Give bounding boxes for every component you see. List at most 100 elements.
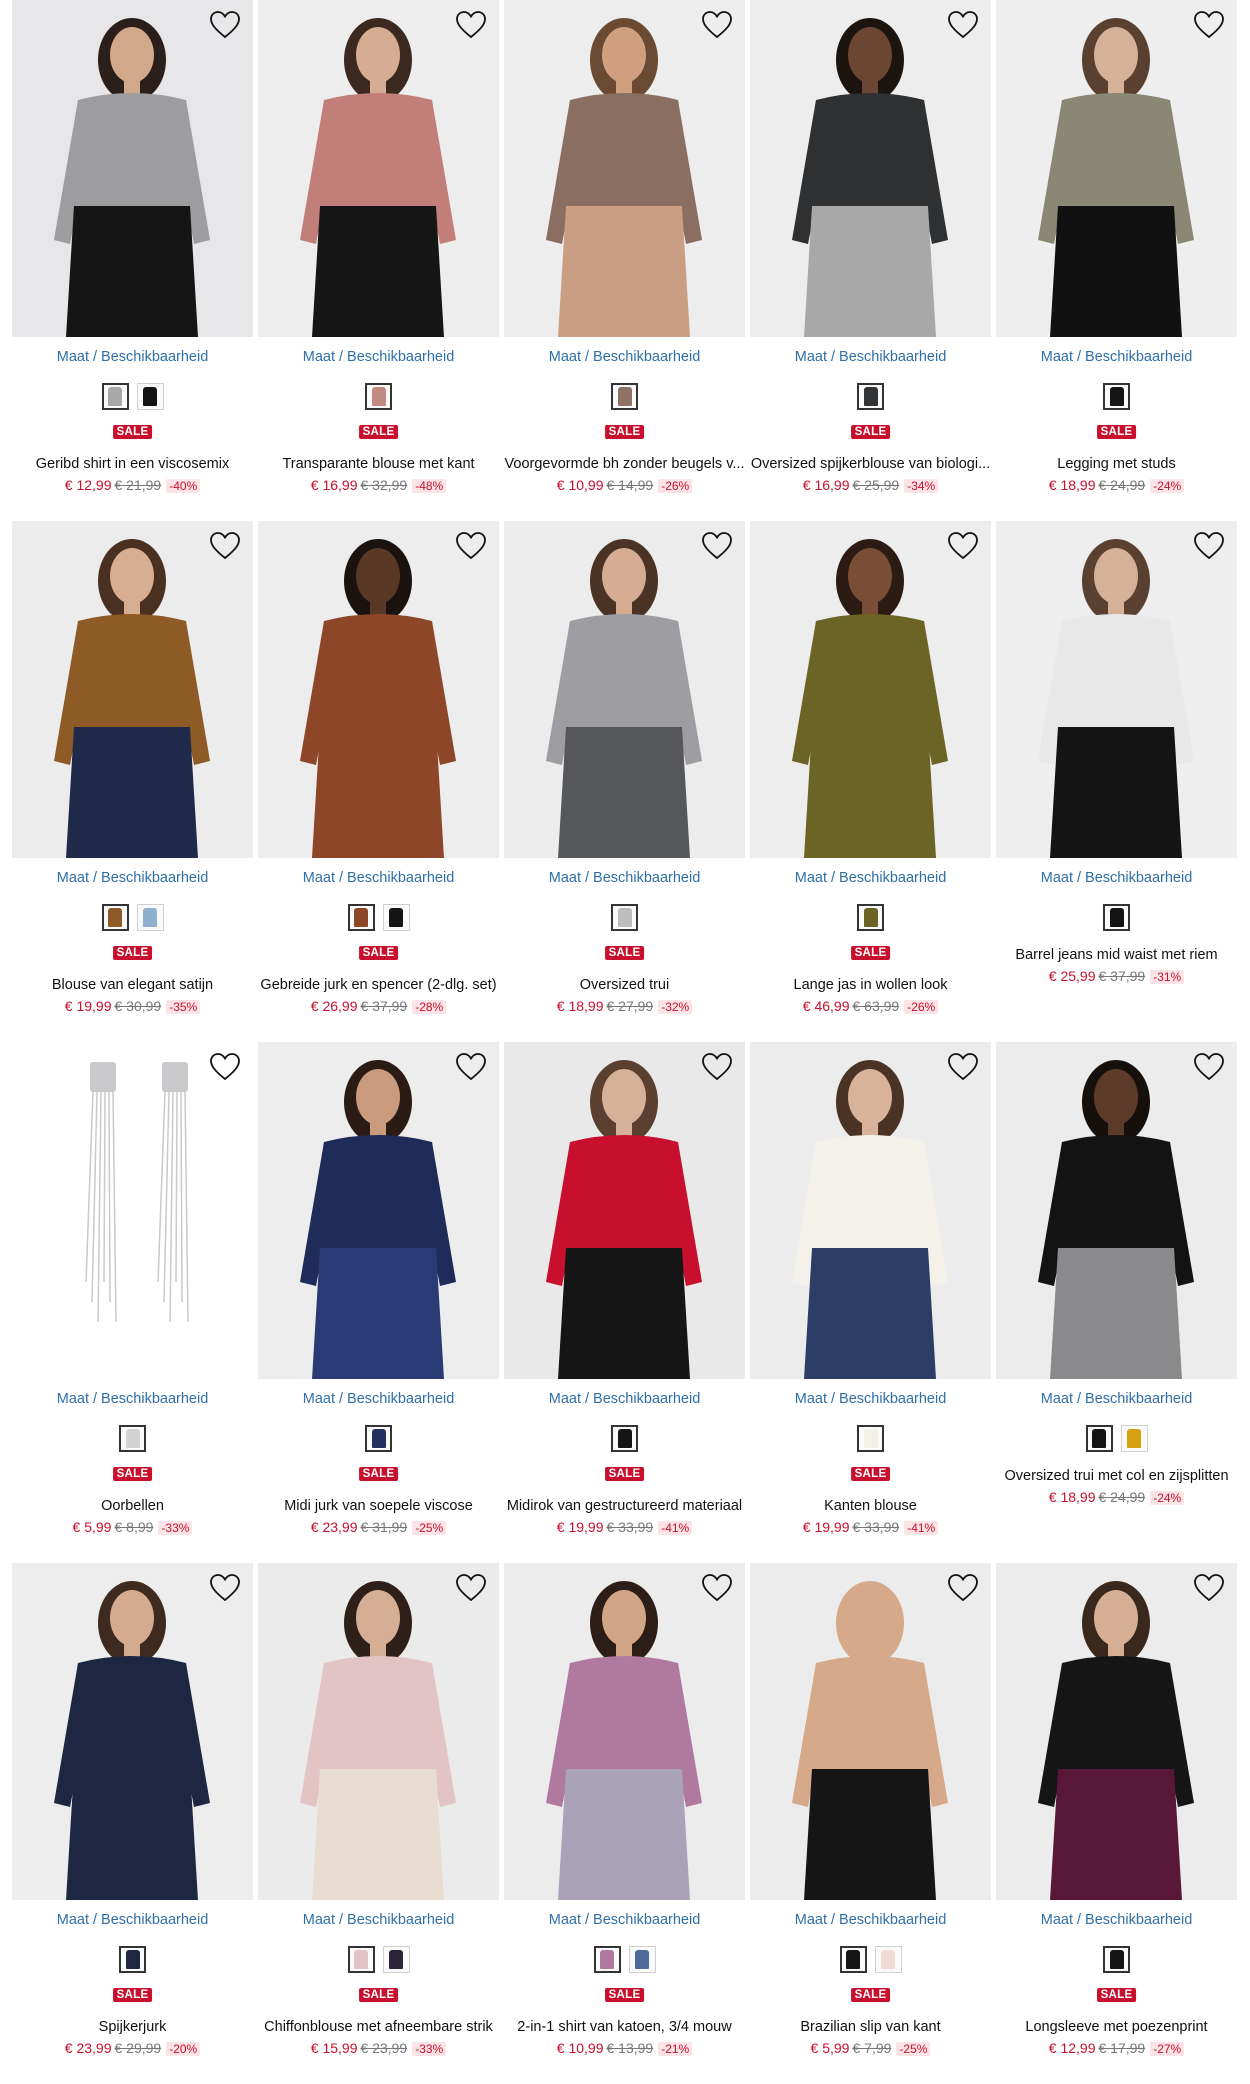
product-title[interactable]: Brazilian slip van kant (750, 2019, 991, 2035)
product-photo[interactable] (258, 1042, 499, 1379)
product-image[interactable] (996, 0, 1237, 337)
product-card[interactable]: Maat / Beschikbaarheid SALE Spijkerjurk € 2… (12, 1563, 253, 2084)
color-swatch[interactable] (365, 383, 392, 410)
product-card[interactable]: Maat / Beschikbaarheid SALE Legging met st… (996, 0, 1237, 521)
wishlist-heart-icon[interactable] (701, 1573, 733, 1603)
color-swatch[interactable] (101, 383, 129, 410)
product-title[interactable]: Voorgevormde bh zonder beugels v... (504, 456, 745, 472)
product-title[interactable]: Oversized spijkerblouse van biologi... (750, 456, 991, 472)
wishlist-heart-icon[interactable] (947, 1052, 979, 1082)
color-swatch[interactable] (1085, 1425, 1113, 1452)
product-image[interactable] (996, 521, 1237, 858)
product-photo[interactable] (750, 0, 991, 337)
wishlist-heart-icon[interactable] (455, 531, 487, 561)
product-image[interactable] (996, 1563, 1237, 1900)
product-title[interactable]: Oversized trui (504, 977, 745, 993)
product-image[interactable] (750, 1042, 991, 1379)
wishlist-heart-icon[interactable] (1193, 10, 1225, 40)
product-image[interactable] (996, 1042, 1237, 1379)
product-photo[interactable] (996, 521, 1237, 858)
wishlist-heart-icon[interactable] (209, 10, 241, 40)
product-title[interactable]: Midi jurk van soepele viscose (258, 1498, 499, 1514)
size-availability-link[interactable]: Maat / Beschikbaarheid (996, 349, 1237, 365)
wishlist-heart-icon[interactable] (209, 1052, 241, 1082)
product-image[interactable] (750, 1563, 991, 1900)
color-swatch[interactable] (1103, 904, 1130, 931)
product-card[interactable]: Maat / Beschikbaarheid SALE 2-in-1 shirt v… (504, 1563, 745, 2084)
product-image[interactable] (504, 1042, 745, 1379)
product-title[interactable]: Spijkerjurk (12, 2019, 253, 2035)
product-title[interactable]: Gebreide jurk en spencer (2-dlg. set) (258, 977, 499, 993)
product-photo[interactable] (12, 1563, 253, 1900)
wishlist-heart-icon[interactable] (209, 1573, 241, 1603)
product-photo[interactable] (258, 1563, 499, 1900)
product-image[interactable] (258, 521, 499, 858)
size-availability-link[interactable]: Maat / Beschikbaarheid (504, 870, 745, 886)
product-title[interactable]: Geribd shirt in een viscosemix (12, 456, 253, 472)
wishlist-heart-icon[interactable] (1193, 1052, 1225, 1082)
size-availability-link[interactable]: Maat / Beschikbaarheid (12, 1912, 253, 1928)
color-swatch[interactable] (611, 904, 638, 931)
color-swatch[interactable] (857, 904, 884, 931)
product-card[interactable]: Maat / Beschikbaarheid SALE Midirok van ge… (504, 1042, 745, 1563)
size-availability-link[interactable]: Maat / Beschikbaarheid (12, 870, 253, 886)
product-photo[interactable] (258, 521, 499, 858)
product-photo[interactable] (258, 0, 499, 337)
product-card[interactable]: Maat / Beschikbaarheid SALE Geribd shirt i… (12, 0, 253, 521)
color-swatch[interactable] (839, 1946, 867, 1973)
size-availability-link[interactable]: Maat / Beschikbaarheid (504, 349, 745, 365)
color-swatch[interactable] (1120, 1425, 1148, 1452)
product-title[interactable]: Blouse van elegant satijn (12, 977, 253, 993)
product-card[interactable]: Maat / Beschikbaarheid SALE Oversized spij… (750, 0, 991, 521)
product-card[interactable]: Maat / Beschikbaarheid SALE Brazilian slip… (750, 1563, 991, 2084)
product-photo[interactable] (12, 0, 253, 337)
product-photo[interactable] (504, 521, 745, 858)
wishlist-heart-icon[interactable] (701, 10, 733, 40)
product-image[interactable] (750, 0, 991, 337)
product-title[interactable]: Chiffonblouse met afneembare strik (258, 2019, 499, 2035)
product-photo[interactable] (750, 1563, 991, 1900)
wishlist-heart-icon[interactable] (947, 1573, 979, 1603)
product-photo[interactable] (504, 1563, 745, 1900)
color-swatch[interactable] (365, 1425, 392, 1452)
wishlist-heart-icon[interactable] (209, 531, 241, 561)
color-swatch[interactable] (628, 1946, 656, 1973)
product-image[interactable] (258, 1563, 499, 1900)
color-swatch[interactable] (382, 904, 410, 931)
size-availability-link[interactable]: Maat / Beschikbaarheid (12, 1391, 253, 1407)
wishlist-heart-icon[interactable] (1193, 1573, 1225, 1603)
color-swatch[interactable] (593, 1946, 621, 1973)
product-card[interactable]: Maat / Beschikbaarheid SALE Transparante b… (258, 0, 499, 521)
product-card[interactable]: Maat / Beschikbaarheid SALE Midi jurk van … (258, 1042, 499, 1563)
product-card[interactable]: Maat / Beschikbaarheid SALE Voorgevormde b… (504, 0, 745, 521)
product-title[interactable]: Midirok van gestructureerd materiaal (504, 1498, 745, 1514)
color-swatch[interactable] (874, 1946, 902, 1973)
product-card[interactable]: Maat / Beschikbaarheid SALE Blouse van ele… (12, 521, 253, 1042)
product-title[interactable]: Longsleeve met poezenprint (996, 2019, 1237, 2035)
product-title[interactable]: Oorbellen (12, 1498, 253, 1514)
wishlist-heart-icon[interactable] (947, 531, 979, 561)
product-image[interactable] (258, 1042, 499, 1379)
product-card[interactable]: Maat / Beschikbaarheid SALE Kanten blouse €… (750, 1042, 991, 1563)
product-card[interactable]: Maat / Beschikbaarheid Barrel jeans mid w… (996, 521, 1237, 1042)
size-availability-link[interactable]: Maat / Beschikbaarheid (750, 349, 991, 365)
product-title[interactable]: Legging met studs (996, 456, 1237, 472)
size-availability-link[interactable]: Maat / Beschikbaarheid (996, 1391, 1237, 1407)
product-title[interactable]: Oversized trui met col en zijsplitten (996, 1468, 1237, 1484)
product-card[interactable]: Maat / Beschikbaarheid SALE Gebreide jurk … (258, 521, 499, 1042)
product-image[interactable] (12, 0, 253, 337)
color-swatch[interactable] (119, 1946, 146, 1973)
product-title[interactable]: Barrel jeans mid waist met riem (996, 947, 1237, 963)
product-card[interactable]: Maat / Beschikbaarheid SALE Longsleeve met… (996, 1563, 1237, 2084)
wishlist-heart-icon[interactable] (701, 531, 733, 561)
size-availability-link[interactable]: Maat / Beschikbaarheid (258, 870, 499, 886)
color-swatch[interactable] (136, 383, 164, 410)
product-card[interactable]: Maat / Beschikbaarheid SALE Lange jas in w… (750, 521, 991, 1042)
size-availability-link[interactable]: Maat / Beschikbaarheid (258, 1391, 499, 1407)
color-swatch[interactable] (136, 904, 164, 931)
product-image[interactable] (504, 0, 745, 337)
product-card[interactable]: Maat / Beschikbaarheid Oversized trui met… (996, 1042, 1237, 1563)
product-photo[interactable] (12, 521, 253, 858)
product-image[interactable] (12, 1563, 253, 1900)
product-photo[interactable] (750, 1042, 991, 1379)
